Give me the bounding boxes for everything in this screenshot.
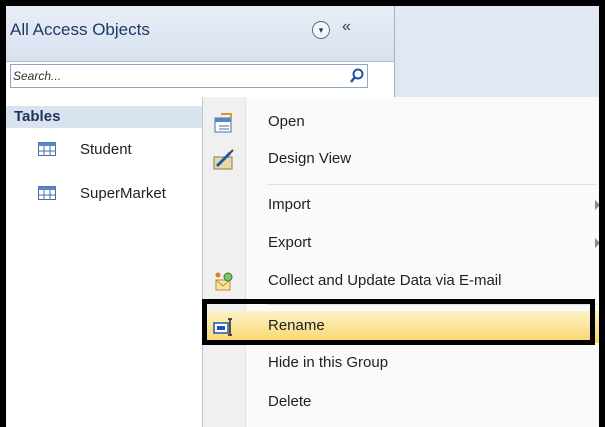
outer-frame — [0, 0, 605, 427]
